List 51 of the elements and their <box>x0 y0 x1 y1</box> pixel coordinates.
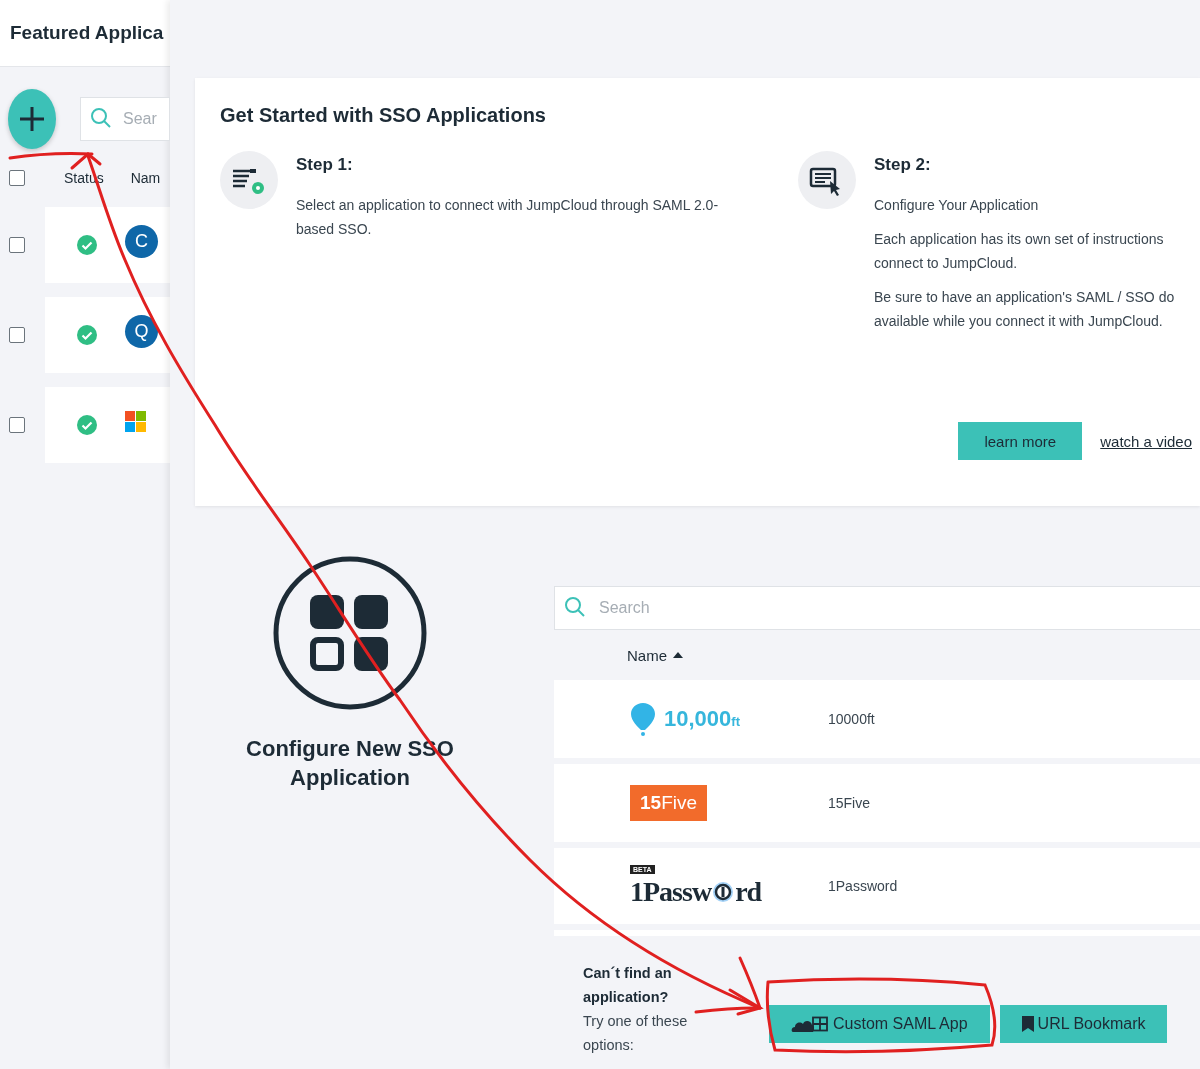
footer-question: Can´t find an application? <box>583 964 673 1007</box>
cloud-grid-icon <box>791 1016 829 1032</box>
app-name: 1Password <box>828 878 898 894</box>
check-circle-icon <box>77 325 97 345</box>
step-title: Step 1: <box>296 155 354 175</box>
app-row[interactable]: Q <box>45 297 170 373</box>
footer-hint: Try one of these options: <box>583 1012 689 1055</box>
row-checkbox[interactable] <box>9 237 25 253</box>
step-text: Each application has its own set of instructions connect to JumpCloud. <box>874 230 1165 273</box>
list-gear-icon <box>220 151 278 209</box>
add-button[interactable] <box>8 89 56 149</box>
app-row[interactable]: C <box>45 207 170 283</box>
step-text: Be sure to have an application's SAML / SSO do available while you connect it with JumpCloud. <box>874 288 1175 331</box>
app-logo-text: 1Passw rd <box>630 875 762 908</box>
app-row[interactable]: 10,000ft 10000ft <box>554 680 1200 758</box>
app-avatar: Q <box>125 314 158 348</box>
bookmark-icon <box>1021 1016 1034 1032</box>
app-logo-text: 10,000ft <box>664 706 740 732</box>
select-all-checkbox[interactable] <box>9 170 25 186</box>
search-field[interactable]: Sear <box>80 97 170 141</box>
page-title: Featured Applica <box>10 22 164 44</box>
screen-cursor-icon <box>798 151 856 209</box>
watch-video-link[interactable]: watch a video <box>1100 432 1192 450</box>
search-icon <box>564 596 586 618</box>
app-name: 10000ft <box>828 711 875 727</box>
step-text: Configure Your Application <box>874 196 1040 215</box>
url-bookmark-button[interactable]: URL Bookmark <box>999 1005 1168 1043</box>
app-row[interactable]: 15Five 15Five <box>554 764 1200 842</box>
learn-more-button[interactable]: learn more <box>958 422 1083 460</box>
step-text: Select an application to connect with JumpCloud through SAML 2.0- based SSO. <box>296 196 719 239</box>
stroke-mark <box>694 956 762 1014</box>
card-title: Get Started with SSO Applications <box>220 104 547 127</box>
search-icon <box>90 107 112 129</box>
plus-icon <box>18 105 46 133</box>
row-checkbox[interactable] <box>9 417 25 433</box>
custom-saml-button[interactable]: Custom SAML App <box>769 1005 990 1043</box>
step-title: Step 2: <box>874 155 932 175</box>
check-circle-icon <box>77 235 97 255</box>
app-avatar: C <box>125 224 158 258</box>
row-checkbox[interactable] <box>9 327 25 343</box>
name-column-header[interactable]: Name <box>627 646 667 664</box>
windows-logo-icon <box>125 411 147 433</box>
app-name: 15Five <box>828 795 871 811</box>
column-header[interactable]: Nam <box>130 170 161 186</box>
sort-up-icon[interactable] <box>673 652 683 658</box>
app-row[interactable] <box>45 387 170 463</box>
app-logo: 15Five <box>630 785 708 821</box>
balloon-icon <box>630 702 656 736</box>
app-grid-icon <box>273 556 427 710</box>
search-field[interactable]: Search <box>554 586 1200 630</box>
check-circle-icon <box>77 415 97 435</box>
